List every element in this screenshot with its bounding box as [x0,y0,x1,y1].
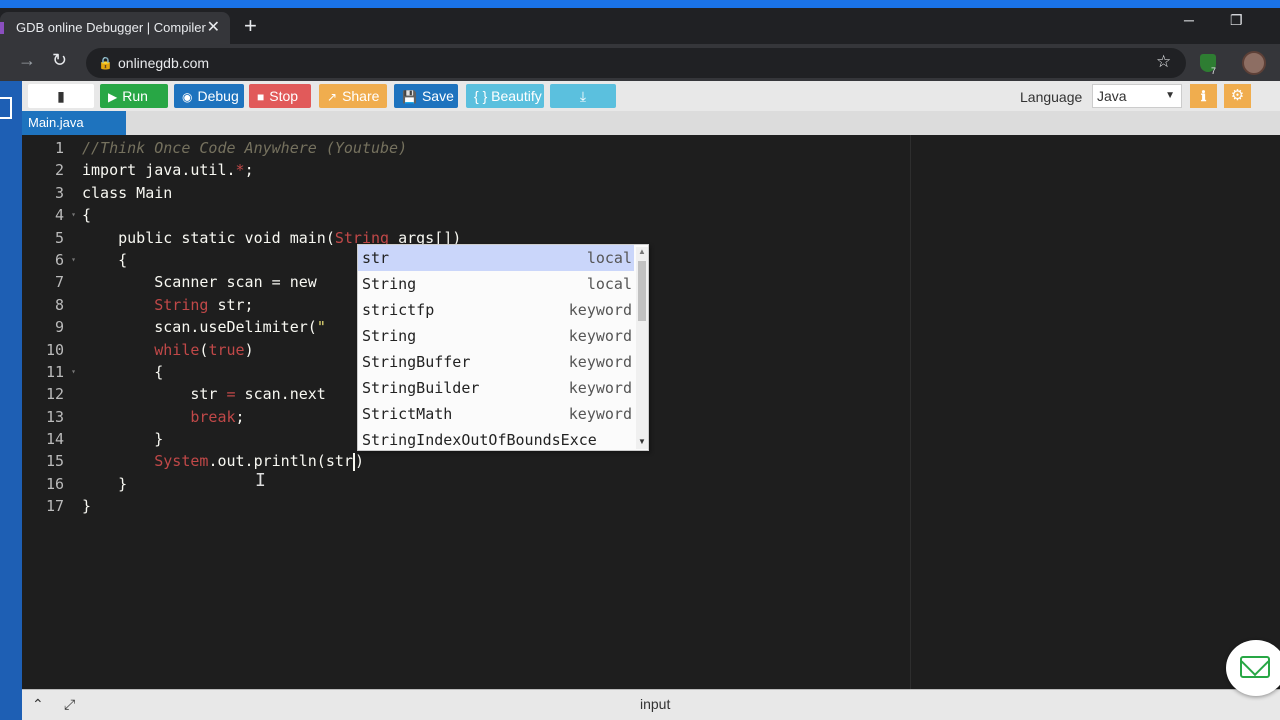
new-file-button[interactable]: ▮ [28,84,94,108]
scroll-down-icon[interactable]: ▼ [638,437,646,446]
line-number: 15 [45,452,64,471]
browser-tabbar: GDB online Debugger | Compiler ✕ + ─ ❐ [0,8,1280,44]
info-button[interactable]: ℹ [1190,84,1217,108]
autocomplete-item[interactable]: StringIndexOutOfBoundsExce [358,427,634,453]
chevron-down-icon: ▼ [1165,90,1175,101]
bookmark-star-icon[interactable]: ☆ [1156,52,1171,72]
stop-label: Stop [269,88,299,104]
url-text: onlinegdb.com [118,55,210,71]
run-button[interactable]: ▶ Run [100,84,168,108]
lock-icon: 🔒 [98,56,113,70]
save-label: Save [421,88,454,104]
line-number: 7 [54,273,64,292]
settings-button[interactable]: ⚙ [1224,84,1251,108]
download-icon: ⤓ [579,88,587,104]
code-line: System.out.println(str) [154,452,364,471]
line-number: 14 [45,430,64,449]
autocomplete-item[interactable]: StringBuilder keyword [358,375,634,401]
debug-label: Debug [197,88,239,104]
code-line: } [82,497,92,516]
debug-icon: ◉ [182,90,193,104]
gear-icon: ⚙ [1230,87,1245,104]
new-tab-button[interactable]: + [244,12,257,40]
extension-badge: 7 [1211,66,1217,76]
line-number: 17 [45,497,64,516]
collapse-panel-icon[interactable]: ⌃ [32,696,44,713]
browser-tab-title: GDB online Debugger | Compiler [16,20,206,35]
info-icon: ℹ [1200,88,1207,104]
sidebar-toggle-icon [0,97,12,119]
line-number: 9 [54,318,64,337]
sidebar-toggle[interactable] [0,81,22,720]
feedback-button[interactable] [1226,640,1280,696]
autocomplete-item[interactable]: String local [358,271,634,297]
print-margin-line [910,135,911,689]
share-icon: ↗ [327,90,338,104]
autocomplete-item[interactable]: StrictMath keyword [358,401,634,427]
reload-icon[interactable]: ↻ [52,50,67,71]
beautify-button[interactable]: { } Beautify [466,84,544,108]
autocomplete-item[interactable]: str local [358,245,634,271]
input-panel-label: input [640,696,671,712]
autocomplete-popup[interactable]: str local String local strictfp keyword Str… [357,244,649,451]
stop-icon: ■ [257,90,265,104]
fold-icon[interactable]: ▾ [71,249,76,271]
line-number: 16 [45,474,64,493]
autocomplete-item[interactable]: StringBuffer keyword [358,349,634,375]
line-number: 6 ▾ [22,249,78,271]
play-icon: ▶ [108,90,118,104]
tab-close-icon[interactable]: ✕ [207,12,220,44]
browser-address-bar: → ↻ 🔒 onlinegdb.com ☆ 7 [0,44,1280,81]
scroll-up-icon[interactable]: ▲ [638,247,646,256]
file-tabs-bar: Main.java [22,111,1280,135]
line-number: 13 [45,407,64,426]
line-number: 3 [54,183,64,202]
line-number: 4 ▾ [22,204,78,226]
file-tab-main[interactable]: Main.java [22,111,126,135]
share-label: Share [342,88,380,104]
line-number: 2 [54,161,64,180]
url-field[interactable]: 🔒 onlinegdb.com [86,48,1186,78]
favicon-icon [0,22,4,34]
browser-top-strip [0,0,1280,8]
line-number: 5 [54,228,64,247]
language-label: Language [1020,89,1083,105]
file-icon: ▮ [57,88,65,104]
code-line: class Main [82,183,173,202]
line-number: 10 [45,340,64,359]
download-button[interactable]: ⤓ [550,84,616,108]
profile-avatar[interactable] [1242,51,1266,75]
line-number: 1 [54,139,64,157]
language-value: Java [1097,88,1127,104]
mail-icon [1240,656,1270,678]
text-cursor [352,452,355,471]
code-line: //Think Once Code Anywhere (Youtube) [82,139,408,157]
line-number: 12 [45,385,64,404]
maximize-icon[interactable]: ❐ [1230,12,1243,29]
save-button[interactable]: 💾 Save [394,84,458,108]
mouse-ibeam-cursor: I [255,470,266,491]
language-select[interactable]: Java ▼ [1092,84,1182,108]
run-label: Run [122,88,148,104]
code-line: } [82,474,128,493]
code-line: import java.util.*; [82,161,254,180]
browser-tab[interactable]: GDB online Debugger | Compiler ✕ [0,12,230,44]
expand-panel-icon[interactable]: ⤢ [64,696,75,713]
autocomplete-scrollbar[interactable]: ▲ ▼ [636,247,648,449]
fold-icon[interactable]: ▾ [71,361,76,383]
debug-button[interactable]: ◉ Debug [174,84,244,108]
autocomplete-item[interactable]: String keyword [358,323,634,349]
stop-button[interactable]: ■ Stop [249,84,311,108]
forward-icon[interactable]: → [18,50,36,71]
scrollbar-thumb[interactable] [638,261,646,321]
line-number: 8 [54,295,64,314]
share-button[interactable]: ↗ Share [319,84,387,108]
line-number: 11 ▾ [22,361,78,383]
save-icon: 💾 [402,90,417,104]
code-line: { [82,206,92,225]
minimize-icon[interactable]: ─ [1184,12,1194,28]
autocomplete-item[interactable]: strictfp keyword [358,297,634,323]
fold-icon[interactable]: ▾ [71,204,76,226]
line-gutter: 1 2 3 4 ▾ 5 6 ▾ 7 8 9 10 11 ▾ 12 13 14 15 1… [22,137,78,518]
